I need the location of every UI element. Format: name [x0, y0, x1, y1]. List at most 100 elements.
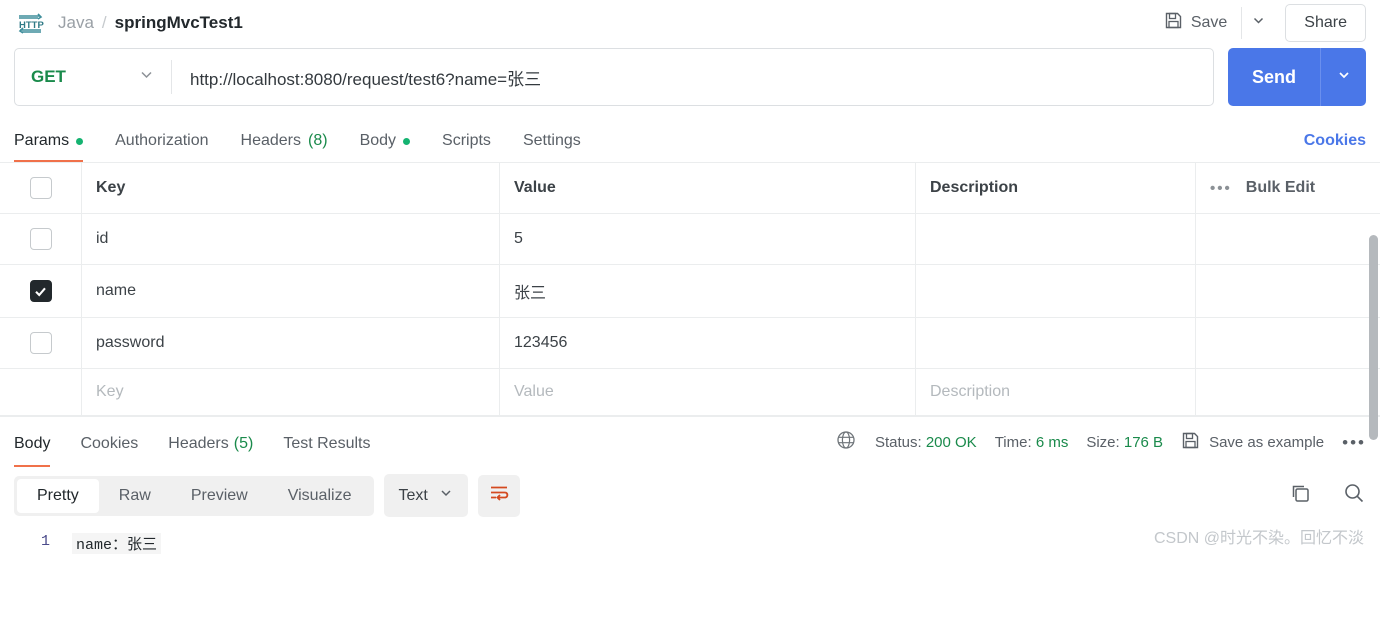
breadcrumb-parent[interactable]: Java [58, 13, 94, 33]
tab-headers-count: (8) [308, 132, 328, 149]
column-header-value: Value [500, 163, 916, 213]
param-description[interactable] [916, 214, 1196, 264]
share-button[interactable]: Share [1285, 4, 1366, 42]
postman-window: HTTP Java / springMvcTest1 Save Share GE… [0, 0, 1380, 632]
format-selector-label: Text [398, 486, 428, 504]
format-selector[interactable]: Text [384, 474, 468, 517]
chevron-down-icon [1336, 67, 1352, 88]
param-key[interactable]: name [82, 265, 500, 317]
tab-body-label: Body [359, 132, 397, 149]
view-mode-preview[interactable]: Preview [171, 479, 268, 513]
response-body-text: name：张三 [72, 533, 162, 554]
view-mode-pretty[interactable]: Pretty [17, 478, 99, 513]
bulk-edit-cell: ••• Bulk Edit [1196, 163, 1380, 213]
time-badge: Time: 6 ms [995, 434, 1069, 451]
tab-scripts[interactable]: Scripts [442, 132, 491, 162]
param-key[interactable]: password [82, 318, 500, 368]
tab-settings-label: Settings [522, 132, 581, 149]
status-value: 200 OK [925, 434, 977, 451]
table-row: password 123456 [0, 318, 1380, 369]
url-bar: GET [14, 48, 1214, 106]
response-tabs-bar: Body Cookies Headers (5) Test Results St… [0, 416, 1380, 468]
new-param-value-input[interactable]: Value [500, 369, 916, 415]
param-description[interactable] [916, 318, 1196, 368]
time-label: Time: [994, 434, 1032, 451]
tab-headers-label: Headers [240, 132, 301, 149]
breadcrumb-separator: / [101, 13, 107, 32]
new-param-key-input[interactable]: Key [82, 369, 500, 415]
param-value[interactable]: 123456 [500, 318, 916, 368]
tab-authorization[interactable]: Authorization [115, 132, 208, 162]
tab-headers[interactable]: Headers (8) [241, 132, 328, 162]
search-icon[interactable] [1342, 481, 1366, 510]
new-param-row: Key Value Description [0, 369, 1380, 416]
header-actions: Save Share [1156, 4, 1366, 42]
row-select-cell [0, 318, 82, 368]
response-meta: Status: 200 OK Time: 6 ms Size: 176 B Sa… [835, 429, 1366, 456]
row-checkbox[interactable] [29, 332, 52, 354]
param-description[interactable] [916, 265, 1196, 317]
size-label: Size: [1086, 434, 1120, 451]
row-checkbox[interactable] [29, 280, 52, 302]
response-tab-body[interactable]: Body [14, 419, 51, 467]
status-label: Status: [874, 434, 922, 451]
line-number: 1 [40, 533, 50, 550]
url-input[interactable] [172, 49, 1213, 105]
tab-settings[interactable]: Settings [523, 132, 581, 162]
row-checkbox[interactable] [29, 228, 52, 250]
response-viewer-toolbar: Pretty Raw Preview Visualize Text [0, 468, 1380, 527]
save-options-caret[interactable] [1241, 7, 1275, 39]
response-tab-headers[interactable]: Headers (5) [168, 419, 253, 467]
param-key[interactable]: id [82, 214, 500, 264]
view-mode-raw[interactable]: Raw [99, 479, 171, 513]
page-title: springMvcTest1 [114, 13, 243, 32]
send-options-caret[interactable] [1320, 48, 1366, 106]
chevron-down-icon [438, 485, 454, 506]
response-tab-cookies[interactable]: Cookies [80, 419, 138, 467]
send-button[interactable]: Send [1228, 48, 1320, 106]
send-button-group: Send [1227, 48, 1366, 106]
watermark: CSDN @时光不染。回忆不淡 [1153, 530, 1364, 547]
http-method-selector[interactable]: GET [15, 49, 171, 105]
chevron-down-icon [138, 66, 155, 88]
table-header-row: Key Value Description ••• Bulk Edit [0, 163, 1380, 214]
bulk-edit-button[interactable]: Bulk Edit [1246, 179, 1315, 197]
table-row: id 5 [0, 214, 1380, 265]
save-button[interactable]: Save [1156, 5, 1235, 41]
request-url-row: GET Send [0, 48, 1380, 106]
status-badge: Status: 200 OK [875, 434, 977, 451]
row-actions [1196, 318, 1380, 368]
tab-params[interactable]: Params [14, 132, 84, 162]
row-actions [1196, 214, 1380, 264]
time-value: 6 ms [1035, 434, 1069, 451]
view-mode-group: Pretty Raw Preview Visualize [14, 475, 375, 516]
more-horizontal-icon[interactable]: ••• [1210, 180, 1232, 197]
save-as-example-button[interactable]: Save as example [1181, 431, 1324, 454]
view-mode-visualize[interactable]: Visualize [268, 479, 372, 513]
save-button-label: Save [1190, 14, 1228, 31]
table-row: name 张三 [0, 265, 1380, 318]
app-header: HTTP Java / springMvcTest1 Save Share [0, 0, 1380, 46]
cookies-link[interactable]: Cookies [1304, 132, 1366, 162]
query-params-table: Key Value Description ••• Bulk Edit id 5 [0, 162, 1380, 416]
param-value[interactable]: 5 [500, 214, 916, 264]
copy-icon[interactable] [1288, 481, 1312, 510]
wrap-text-button[interactable] [477, 474, 520, 517]
floppy-disk-icon [1164, 11, 1183, 35]
request-tabs: Params Authorization Headers (8) Body Sc… [0, 118, 1380, 162]
response-tab-test-results[interactable]: Test Results [283, 419, 370, 467]
more-horizontal-icon[interactable]: ••• [1342, 433, 1366, 453]
new-param-description-input[interactable]: Description [916, 369, 1196, 415]
body-modified-dot [403, 137, 411, 145]
params-scrollbar-thumb[interactable] [1369, 235, 1378, 440]
new-row-select-cell [0, 369, 82, 415]
tab-body[interactable]: Body [359, 132, 411, 162]
response-tab-headers-count: (5) [233, 434, 254, 452]
new-row-actions [1196, 369, 1380, 415]
select-all-checkbox[interactable] [29, 177, 52, 199]
row-actions [1196, 265, 1380, 317]
wrap-text-icon [488, 482, 510, 509]
column-header-key: Key [82, 163, 500, 213]
http-method-label: GET [31, 67, 66, 86]
param-value[interactable]: 张三 [500, 265, 916, 317]
